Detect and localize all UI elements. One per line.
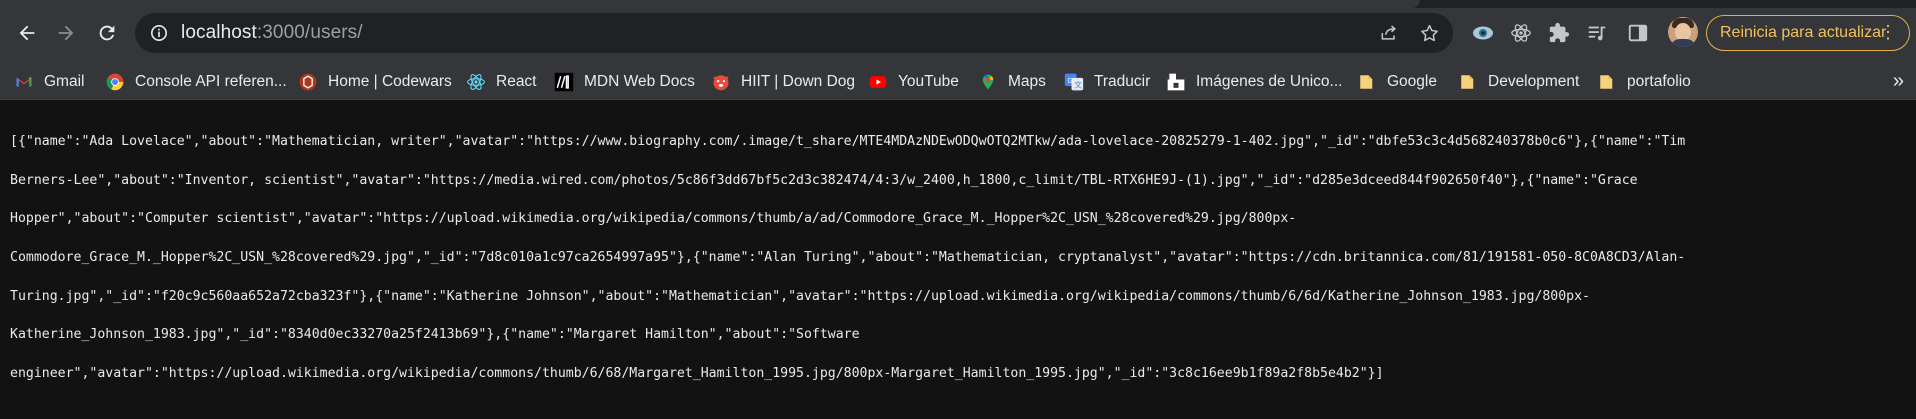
bookmarks-bar: Gmail Console API referen... Home | Code… [0, 66, 1916, 100]
arrow-left-icon [19, 25, 35, 41]
json-line: Berners-Lee","about":"Inventor, scientis… [10, 172, 1638, 188]
extensions-puzzle-icon[interactable] [1545, 19, 1573, 47]
youtube-icon [868, 72, 888, 92]
star-icon[interactable] [1417, 21, 1441, 45]
bookmark-react[interactable]: React [466, 67, 537, 97]
bookmark-folder-portafolio[interactable]: portafolio [1597, 67, 1691, 97]
svg-text:G: G [1067, 76, 1073, 85]
json-line: Katherine_Johnson_1983.jpg","_id":"8340d… [10, 327, 860, 343]
url-path: :3000/users/ [256, 22, 363, 43]
mdn-icon [554, 72, 574, 92]
json-line: Turing.jpg","_id":"f20c9c560aa652a72cba3… [10, 288, 1590, 304]
bookmark-folder-google[interactable]: Google [1357, 67, 1437, 97]
svg-text:文: 文 [1074, 79, 1082, 89]
reload-button[interactable] [89, 15, 125, 51]
json-line: engineer","avatar":"https://upload.wikim… [10, 365, 1384, 381]
gmail-icon [14, 72, 34, 92]
tab-strip-edge [0, 0, 1916, 8]
react-devtools-icon[interactable] [1507, 19, 1535, 47]
folder-icon [1597, 72, 1617, 92]
bookmark-label: Google [1387, 73, 1437, 90]
bookmark-youtube[interactable]: YouTube [868, 67, 959, 97]
bookmark-label: React [496, 73, 537, 90]
bookmark-mdn[interactable]: MDN Web Docs [554, 67, 695, 97]
folder-icon [1458, 72, 1478, 92]
active-tab-edge [0, 0, 1420, 8]
unicorn-icon [1166, 72, 1186, 92]
reload-icon [99, 25, 115, 41]
browser-toolbar: localhost:3000/users/ Reinicia para actu… [0, 0, 1916, 66]
update-restart-label: Reinicia para actualizar [1720, 24, 1887, 41]
bookmark-label: Maps [1008, 73, 1046, 90]
bookmark-label: YouTube [898, 73, 959, 90]
bookmark-maps[interactable]: Maps [978, 67, 1046, 97]
update-restart-button[interactable]: Reinicia para actualizar ⋮ [1706, 15, 1910, 51]
json-response-body: [{"name":"Ada Lovelace","about":"Mathema… [10, 113, 1910, 402]
json-line: Commodore_Grace_M._Hopper%2C_USN_%28cove… [10, 250, 1686, 266]
bookmark-folder-development[interactable]: Development [1458, 67, 1579, 97]
json-line: [{"name":"Ada Lovelace","about":"Mathema… [10, 134, 1686, 150]
profile-avatar[interactable] [1668, 17, 1698, 47]
bookmark-console-api[interactable]: Console API referen... [105, 67, 287, 97]
bookmark-gmail[interactable]: Gmail [14, 67, 84, 97]
bookmark-label: Traducir [1094, 73, 1151, 90]
bookmark-codewars[interactable]: Home | Codewars [298, 67, 452, 97]
folder-icon [1357, 72, 1377, 92]
bookmark-label: Home | Codewars [328, 73, 452, 90]
bookmark-label: Imágenes de Unico... [1196, 73, 1343, 90]
site-info-icon[interactable] [149, 23, 169, 43]
address-bar[interactable]: localhost:3000/users/ [135, 13, 1453, 53]
url-text[interactable]: localhost:3000/users/ [181, 22, 363, 44]
translate-icon: G文 [1064, 72, 1084, 92]
back-button[interactable] [9, 15, 45, 51]
bookmark-label: MDN Web Docs [584, 73, 695, 90]
maps-icon [978, 72, 998, 92]
bookmark-label: Development [1488, 73, 1580, 90]
side-panel-icon[interactable] [1624, 19, 1652, 47]
bookmark-traducir[interactable]: G文 Traducir [1064, 67, 1150, 97]
bookmark-label: Gmail [44, 73, 85, 90]
bookmark-label: portafolio [1627, 73, 1691, 90]
eye-extension-icon[interactable] [1469, 19, 1497, 47]
codewars-icon [298, 72, 318, 92]
downdog-icon [711, 72, 731, 92]
chrome-icon [105, 72, 125, 92]
bookmark-label: Console API referen... [135, 73, 287, 90]
arrow-right-icon [58, 25, 74, 41]
bookmarks-overflow-button[interactable]: » [1893, 70, 1904, 93]
share-icon[interactable] [1377, 21, 1401, 45]
react-icon [466, 72, 486, 92]
forward-button[interactable] [48, 15, 84, 51]
bookmark-label: HIIT | Down Dog [741, 73, 856, 90]
url-host: localhost [181, 22, 257, 43]
bookmark-unicorn-images[interactable]: Imágenes de Unico... [1166, 67, 1342, 97]
json-line: Hopper","about":"Computer scientist","av… [10, 211, 1297, 227]
bookmark-downdog[interactable]: HIIT | Down Dog [711, 67, 855, 97]
kebab-menu-icon[interactable]: ⋮ [1879, 23, 1897, 41]
media-controls-icon[interactable] [1583, 19, 1611, 47]
